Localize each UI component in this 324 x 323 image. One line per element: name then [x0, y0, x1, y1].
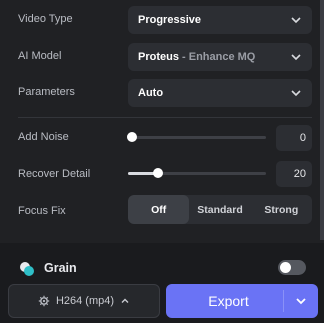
- export-options-button[interactable]: [284, 294, 318, 308]
- recover-detail-slider-thumb[interactable]: [153, 168, 164, 178]
- chevron-up-icon: [121, 298, 129, 303]
- ai-model-suffix: - Enhance MQ: [178, 51, 256, 63]
- video-type-value: Progressive: [138, 14, 201, 26]
- add-noise-value-input[interactable]: 0: [276, 125, 312, 151]
- grain-toggle-knob: [280, 262, 291, 273]
- focus-fix-label: Focus Fix: [18, 205, 66, 217]
- parameters-value: Auto: [138, 87, 164, 99]
- gear-icon: [38, 295, 50, 307]
- video-type-select[interactable]: Progressive: [128, 6, 312, 34]
- recover-detail-label: Recover Detail: [18, 168, 91, 180]
- parameters-select[interactable]: Auto: [128, 79, 312, 107]
- focus-fix-option-strong[interactable]: Strong: [251, 195, 312, 224]
- scrollbar[interactable]: [320, 0, 324, 240]
- focus-fix-segmented-control: Off Standard Strong: [128, 195, 312, 224]
- add-noise-slider-thumb[interactable]: [127, 132, 138, 142]
- codec-settings-button[interactable]: H264 (mp4): [8, 284, 160, 318]
- ai-model-label: AI Model: [18, 50, 62, 62]
- grain-toggle[interactable]: [278, 260, 306, 275]
- divider: [18, 117, 312, 118]
- parameters-label: Parameters: [18, 86, 75, 98]
- focus-fix-option-standard[interactable]: Standard: [189, 195, 250, 224]
- codec-label: H264 (mp4): [55, 295, 115, 307]
- video-type-label: Video Type: [18, 13, 73, 25]
- add-noise-slider[interactable]: [127, 132, 266, 142]
- ai-model-value-group: Proteus - Enhance MQ: [138, 51, 255, 63]
- chevron-down-icon: [296, 298, 306, 305]
- ai-model-value: Proteus: [138, 51, 179, 63]
- chevron-down-icon: [291, 54, 301, 61]
- export-label: Export: [208, 293, 249, 309]
- add-noise-label: Add Noise: [18, 131, 69, 143]
- ai-model-select[interactable]: Proteus - Enhance MQ: [128, 43, 312, 71]
- recover-detail-slider[interactable]: [128, 168, 266, 178]
- chevron-down-icon: [291, 90, 301, 97]
- grain-title: Grain: [44, 261, 77, 275]
- recover-detail-value-input[interactable]: 20: [276, 161, 312, 187]
- chevron-down-icon: [291, 17, 301, 24]
- focus-fix-option-off[interactable]: Off: [128, 195, 190, 224]
- export-button[interactable]: Export: [166, 284, 318, 318]
